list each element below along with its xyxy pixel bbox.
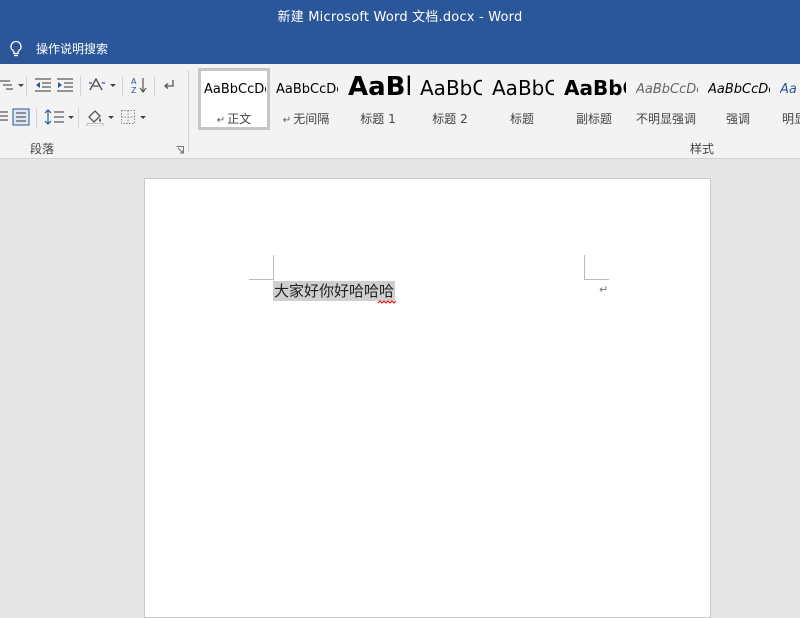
style-normal[interactable]: AaBbCcDc ↵ 正文 — [198, 68, 270, 130]
shading-button[interactable] — [86, 106, 114, 128]
increase-indent-button[interactable] — [56, 74, 74, 96]
borders-button[interactable] — [120, 106, 146, 128]
chinese-layout-button[interactable] — [88, 74, 116, 96]
sort-button[interactable]: A Z — [130, 74, 148, 96]
show-hide-marks-button[interactable] — [162, 74, 176, 96]
tell-me-search[interactable]: 操作说明搜索 — [36, 40, 108, 57]
styles-group-label: 样式 — [690, 142, 715, 156]
style-title[interactable]: AaBbC 标题 — [486, 68, 558, 130]
align-justify-icon — [0, 111, 8, 121]
chinese-layout-icon — [89, 77, 105, 91]
ribbon: A Z 段落 AaBbCcDc ↵ 正文 AaBbCcDc ↵ 无间隔 AaBl… — [0, 64, 800, 159]
svg-text:Z: Z — [131, 86, 137, 94]
styles-gallery: AaBbCcDc ↵ 正文 AaBbCcDc ↵ 无间隔 AaBl 标题 1 AaB… — [196, 68, 800, 132]
style-no-spacing[interactable]: AaBbCcDc ↵ 无间隔 — [270, 68, 342, 130]
increase-indent-icon — [57, 78, 73, 92]
distributed-align-button[interactable] — [12, 106, 30, 128]
paragraph-group-label: 段落 — [30, 142, 55, 156]
document-text-selected[interactable]: 大家好你好哈哈哈 — [273, 281, 396, 301]
style-emphasis[interactable]: AaBbCcDc 强调 — [702, 68, 774, 130]
borders-icon — [121, 110, 135, 124]
multilevel-list-icon — [0, 80, 13, 90]
decrease-indent-button[interactable] — [34, 74, 52, 96]
style-heading-2[interactable]: AaBbC 标题 2 — [414, 68, 486, 130]
style-intense-emphasis[interactable]: AaBb 明显 — [774, 68, 800, 130]
spellcheck-underline — [378, 300, 396, 304]
document-canvas: 大家好你好哈哈哈 ↵ — [0, 160, 800, 618]
paragraph-mark: ↵ — [599, 283, 609, 296]
title-bar: 新建 Microsoft Word 文档.docx - Word — [0, 0, 800, 32]
show-hide-marks-icon — [163, 80, 174, 89]
multilevel-list-button[interactable] — [0, 74, 24, 96]
style-subtitle[interactable]: AaBbC 副标题 — [558, 68, 630, 130]
dialog-launcher-icon[interactable] — [176, 146, 184, 154]
shading-icon — [86, 110, 104, 126]
margin-corner-top-right — [584, 255, 609, 280]
sort-icon: A Z — [131, 77, 147, 94]
margin-corner-top-left — [249, 255, 274, 280]
decrease-indent-icon — [35, 78, 51, 92]
distributed-align-icon — [12, 108, 30, 126]
tell-me-bar: 操作说明搜索 — [0, 32, 800, 64]
lightbulb-icon[interactable] — [8, 40, 24, 58]
window-title: 新建 Microsoft Word 文档.docx - Word — [277, 10, 523, 25]
document-page[interactable]: 大家好你好哈哈哈 ↵ — [144, 178, 711, 618]
style-subtle-emphasis[interactable]: AaBbCcDc 不明显强调 — [630, 68, 702, 130]
line-spacing-icon — [44, 109, 64, 125]
justify-button[interactable] — [0, 106, 8, 128]
style-heading-1[interactable]: AaBl 标题 1 — [342, 68, 414, 130]
svg-text:A: A — [131, 77, 137, 86]
line-spacing-button[interactable] — [44, 106, 74, 128]
